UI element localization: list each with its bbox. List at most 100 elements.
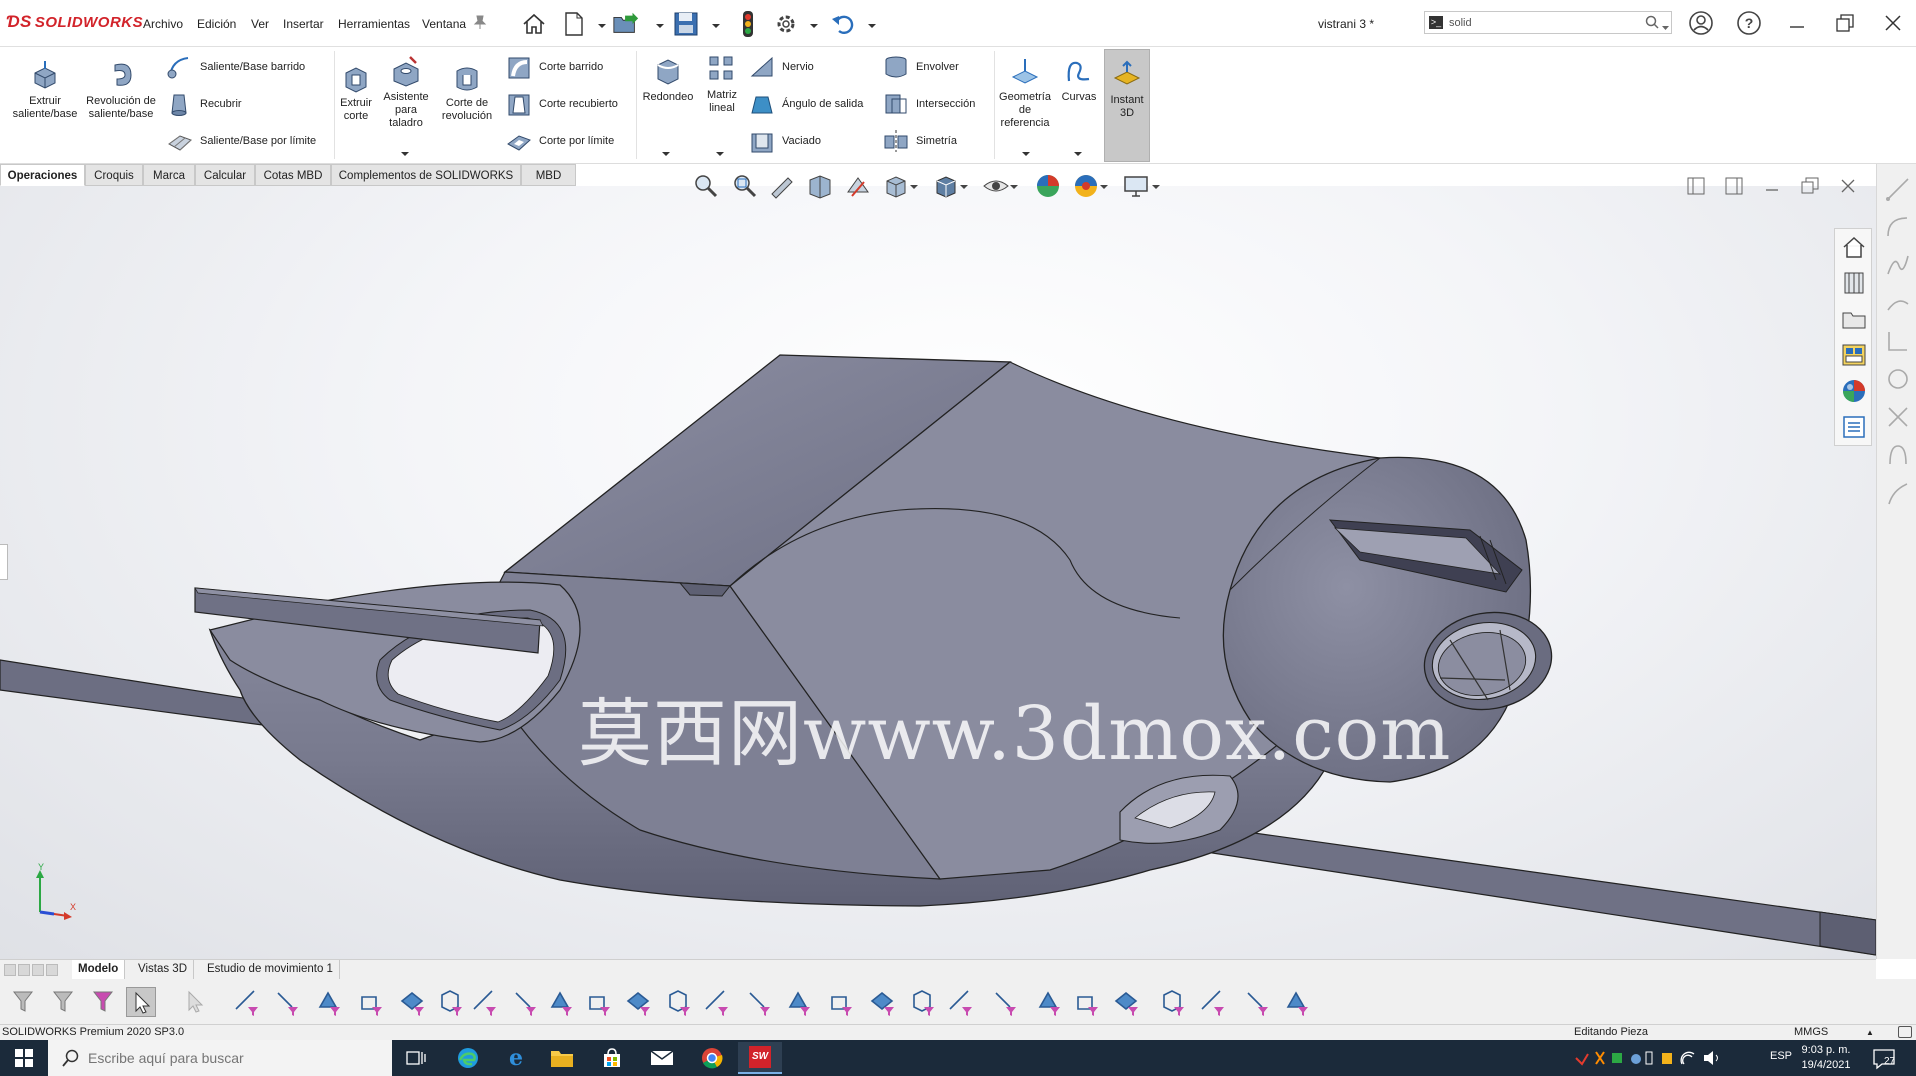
chrome-icon[interactable] bbox=[690, 1042, 734, 1074]
filter-sketch-points-icon[interactable] bbox=[510, 987, 540, 1017]
chevron-down-icon[interactable] bbox=[1010, 172, 1020, 202]
sketch-arc-icon[interactable] bbox=[1885, 214, 1911, 240]
filter-center-marks-icon[interactable] bbox=[624, 987, 654, 1017]
viewport-close-button[interactable] bbox=[1838, 176, 1860, 198]
boundary-cut-button[interactable]: Corte por límite bbox=[505, 126, 614, 156]
minimize-button[interactable] bbox=[1780, 8, 1814, 38]
rebuild-status-icon[interactable] bbox=[1898, 1026, 1912, 1038]
gear-icon[interactable] bbox=[772, 10, 800, 38]
taskbar-search-input[interactable] bbox=[88, 1049, 378, 1067]
tab-vistas-3d[interactable]: Vistas 3D bbox=[132, 960, 195, 979]
rebuild-icon[interactable] bbox=[734, 10, 762, 38]
filter-centerline-icon[interactable] bbox=[664, 987, 694, 1017]
filter-surface-finish-icon[interactable] bbox=[744, 987, 774, 1017]
tab-calcular[interactable]: Calcular bbox=[195, 164, 255, 186]
chevron-down-icon[interactable] bbox=[1100, 172, 1110, 202]
chevron-down-icon[interactable] bbox=[1074, 147, 1084, 157]
loft-button[interactable]: Recubrir bbox=[166, 89, 242, 119]
chevron-down-icon[interactable] bbox=[960, 172, 970, 202]
previous-view-icon[interactable] bbox=[768, 172, 798, 202]
menu-edicion[interactable]: Edición bbox=[197, 17, 236, 31]
filter-bends-icon[interactable] bbox=[1242, 987, 1272, 1017]
chevron-down-icon[interactable] bbox=[716, 147, 726, 157]
last-tab-icon[interactable] bbox=[46, 964, 58, 976]
tab-marca[interactable]: Marca bbox=[143, 164, 195, 186]
tray-system-icons[interactable] bbox=[1660, 1050, 1760, 1066]
design-library-icon[interactable] bbox=[1840, 269, 1868, 297]
user-account-icon[interactable] bbox=[1684, 8, 1718, 38]
chevron-down-icon[interactable] bbox=[662, 147, 672, 157]
custom-properties-icon[interactable] bbox=[1840, 413, 1868, 441]
apply-scene-icon[interactable] bbox=[1072, 172, 1102, 202]
mail-icon[interactable] bbox=[640, 1042, 684, 1074]
chevron-down-icon[interactable] bbox=[810, 19, 818, 28]
filter-dimensions-icon[interactable] bbox=[702, 987, 732, 1017]
previous-tab-icon[interactable] bbox=[18, 964, 30, 976]
taskbar-search[interactable] bbox=[48, 1040, 392, 1076]
shell-button[interactable]: Vaciado bbox=[748, 126, 821, 156]
filter-dowel-pin-icon[interactable] bbox=[1072, 987, 1102, 1017]
solidworks-taskbar-icon[interactable]: SW bbox=[738, 1042, 782, 1074]
sketch-corner-icon[interactable] bbox=[1885, 328, 1911, 354]
dynamic-annotation-icon[interactable] bbox=[844, 172, 874, 202]
draft-button[interactable]: Ángulo de salida bbox=[748, 89, 863, 119]
fillet-button[interactable]: Redondeo bbox=[640, 55, 696, 104]
hole-wizard-button[interactable]: Asistente para taladro bbox=[380, 55, 432, 130]
view-palette-icon[interactable] bbox=[1840, 341, 1868, 369]
chevron-down-icon[interactable] bbox=[712, 19, 720, 28]
tab-cotas-mbd[interactable]: Cotas MBD bbox=[255, 164, 331, 186]
revolve-cut-button[interactable]: Corte de revolución bbox=[436, 61, 498, 123]
tray-app-icons[interactable] bbox=[1574, 1050, 1654, 1066]
lasso-select-icon[interactable] bbox=[180, 987, 210, 1017]
filter-sketch-segments-icon[interactable] bbox=[546, 987, 576, 1017]
pin-icon[interactable] bbox=[470, 12, 490, 32]
clear-all-filters-icon[interactable] bbox=[90, 987, 120, 1017]
boundary-boss-button[interactable]: Saliente/Base por límite bbox=[166, 126, 316, 156]
filter-midpoints-icon[interactable] bbox=[584, 987, 614, 1017]
search-box[interactable]: >_ bbox=[1424, 11, 1672, 34]
intersect-button[interactable]: Intersección bbox=[882, 89, 975, 119]
solidworks-resources-icon[interactable] bbox=[1840, 233, 1868, 261]
graphics-area[interactable]: 莫西网www.3dmox.com Y X bbox=[0, 186, 1876, 959]
open-icon[interactable] bbox=[612, 10, 640, 38]
filter-faces-icon[interactable] bbox=[314, 987, 344, 1017]
curves-button[interactable]: Curvas bbox=[1058, 55, 1100, 104]
section-view-icon[interactable] bbox=[806, 172, 836, 202]
chevron-down-icon[interactable] bbox=[868, 19, 876, 28]
windows-start-button[interactable] bbox=[0, 1040, 48, 1076]
notifications-button[interactable]: 27 bbox=[1872, 1048, 1902, 1070]
filter-connection-points-icon[interactable] bbox=[1112, 987, 1142, 1017]
menu-insertar[interactable]: Insertar bbox=[283, 17, 324, 31]
filter-vertices-icon[interactable] bbox=[232, 987, 262, 1017]
chevron-down-icon[interactable] bbox=[910, 172, 920, 202]
select-icon[interactable] bbox=[126, 987, 156, 1017]
filter-annotation-views-icon[interactable] bbox=[1282, 987, 1312, 1017]
save-icon[interactable] bbox=[672, 10, 700, 38]
view-orientation-icon[interactable] bbox=[882, 172, 912, 202]
command-search-icon[interactable]: >_ bbox=[1429, 16, 1443, 29]
edge-legacy-icon[interactable]: e bbox=[494, 1042, 538, 1074]
solidworks-logo[interactable]: ƊS SOLIDWORKS bbox=[6, 12, 143, 32]
extrude-cut-button[interactable]: Extruir corte bbox=[336, 61, 376, 123]
lofted-cut-button[interactable]: Corte recubierto bbox=[505, 89, 618, 119]
menu-ver[interactable]: Ver bbox=[251, 17, 269, 31]
filter-weld-symbols-icon[interactable] bbox=[908, 987, 938, 1017]
aircraft-model[interactable] bbox=[0, 186, 1876, 959]
mirror-button[interactable]: Simetría bbox=[882, 126, 957, 156]
chevron-down-icon[interactable] bbox=[1152, 172, 1162, 202]
swept-cut-button[interactable]: Corte barrido bbox=[505, 52, 603, 82]
reference-geometry-button[interactable]: Geometría de referencia bbox=[996, 55, 1054, 130]
filter-blocks-icon[interactable] bbox=[1034, 987, 1064, 1017]
search-icon[interactable] bbox=[1645, 15, 1659, 29]
sketch-ellipse-icon[interactable] bbox=[1885, 442, 1911, 468]
filter-cosmetic-threads-icon[interactable] bbox=[990, 987, 1020, 1017]
search-input[interactable] bbox=[1449, 14, 1629, 31]
revolve-boss-button[interactable]: Revolución de saliente/base bbox=[86, 59, 160, 121]
zoom-to-fit-icon[interactable] bbox=[692, 172, 722, 202]
chevron-down-icon[interactable] bbox=[598, 19, 606, 28]
sketch-freeform-icon[interactable] bbox=[1885, 480, 1911, 506]
feature-tree-handle[interactable] bbox=[0, 544, 8, 580]
filter-datum-targets-icon[interactable] bbox=[946, 987, 976, 1017]
sketch-spline-icon[interactable] bbox=[1885, 252, 1911, 278]
tab-mbd[interactable]: MBD bbox=[521, 164, 576, 186]
